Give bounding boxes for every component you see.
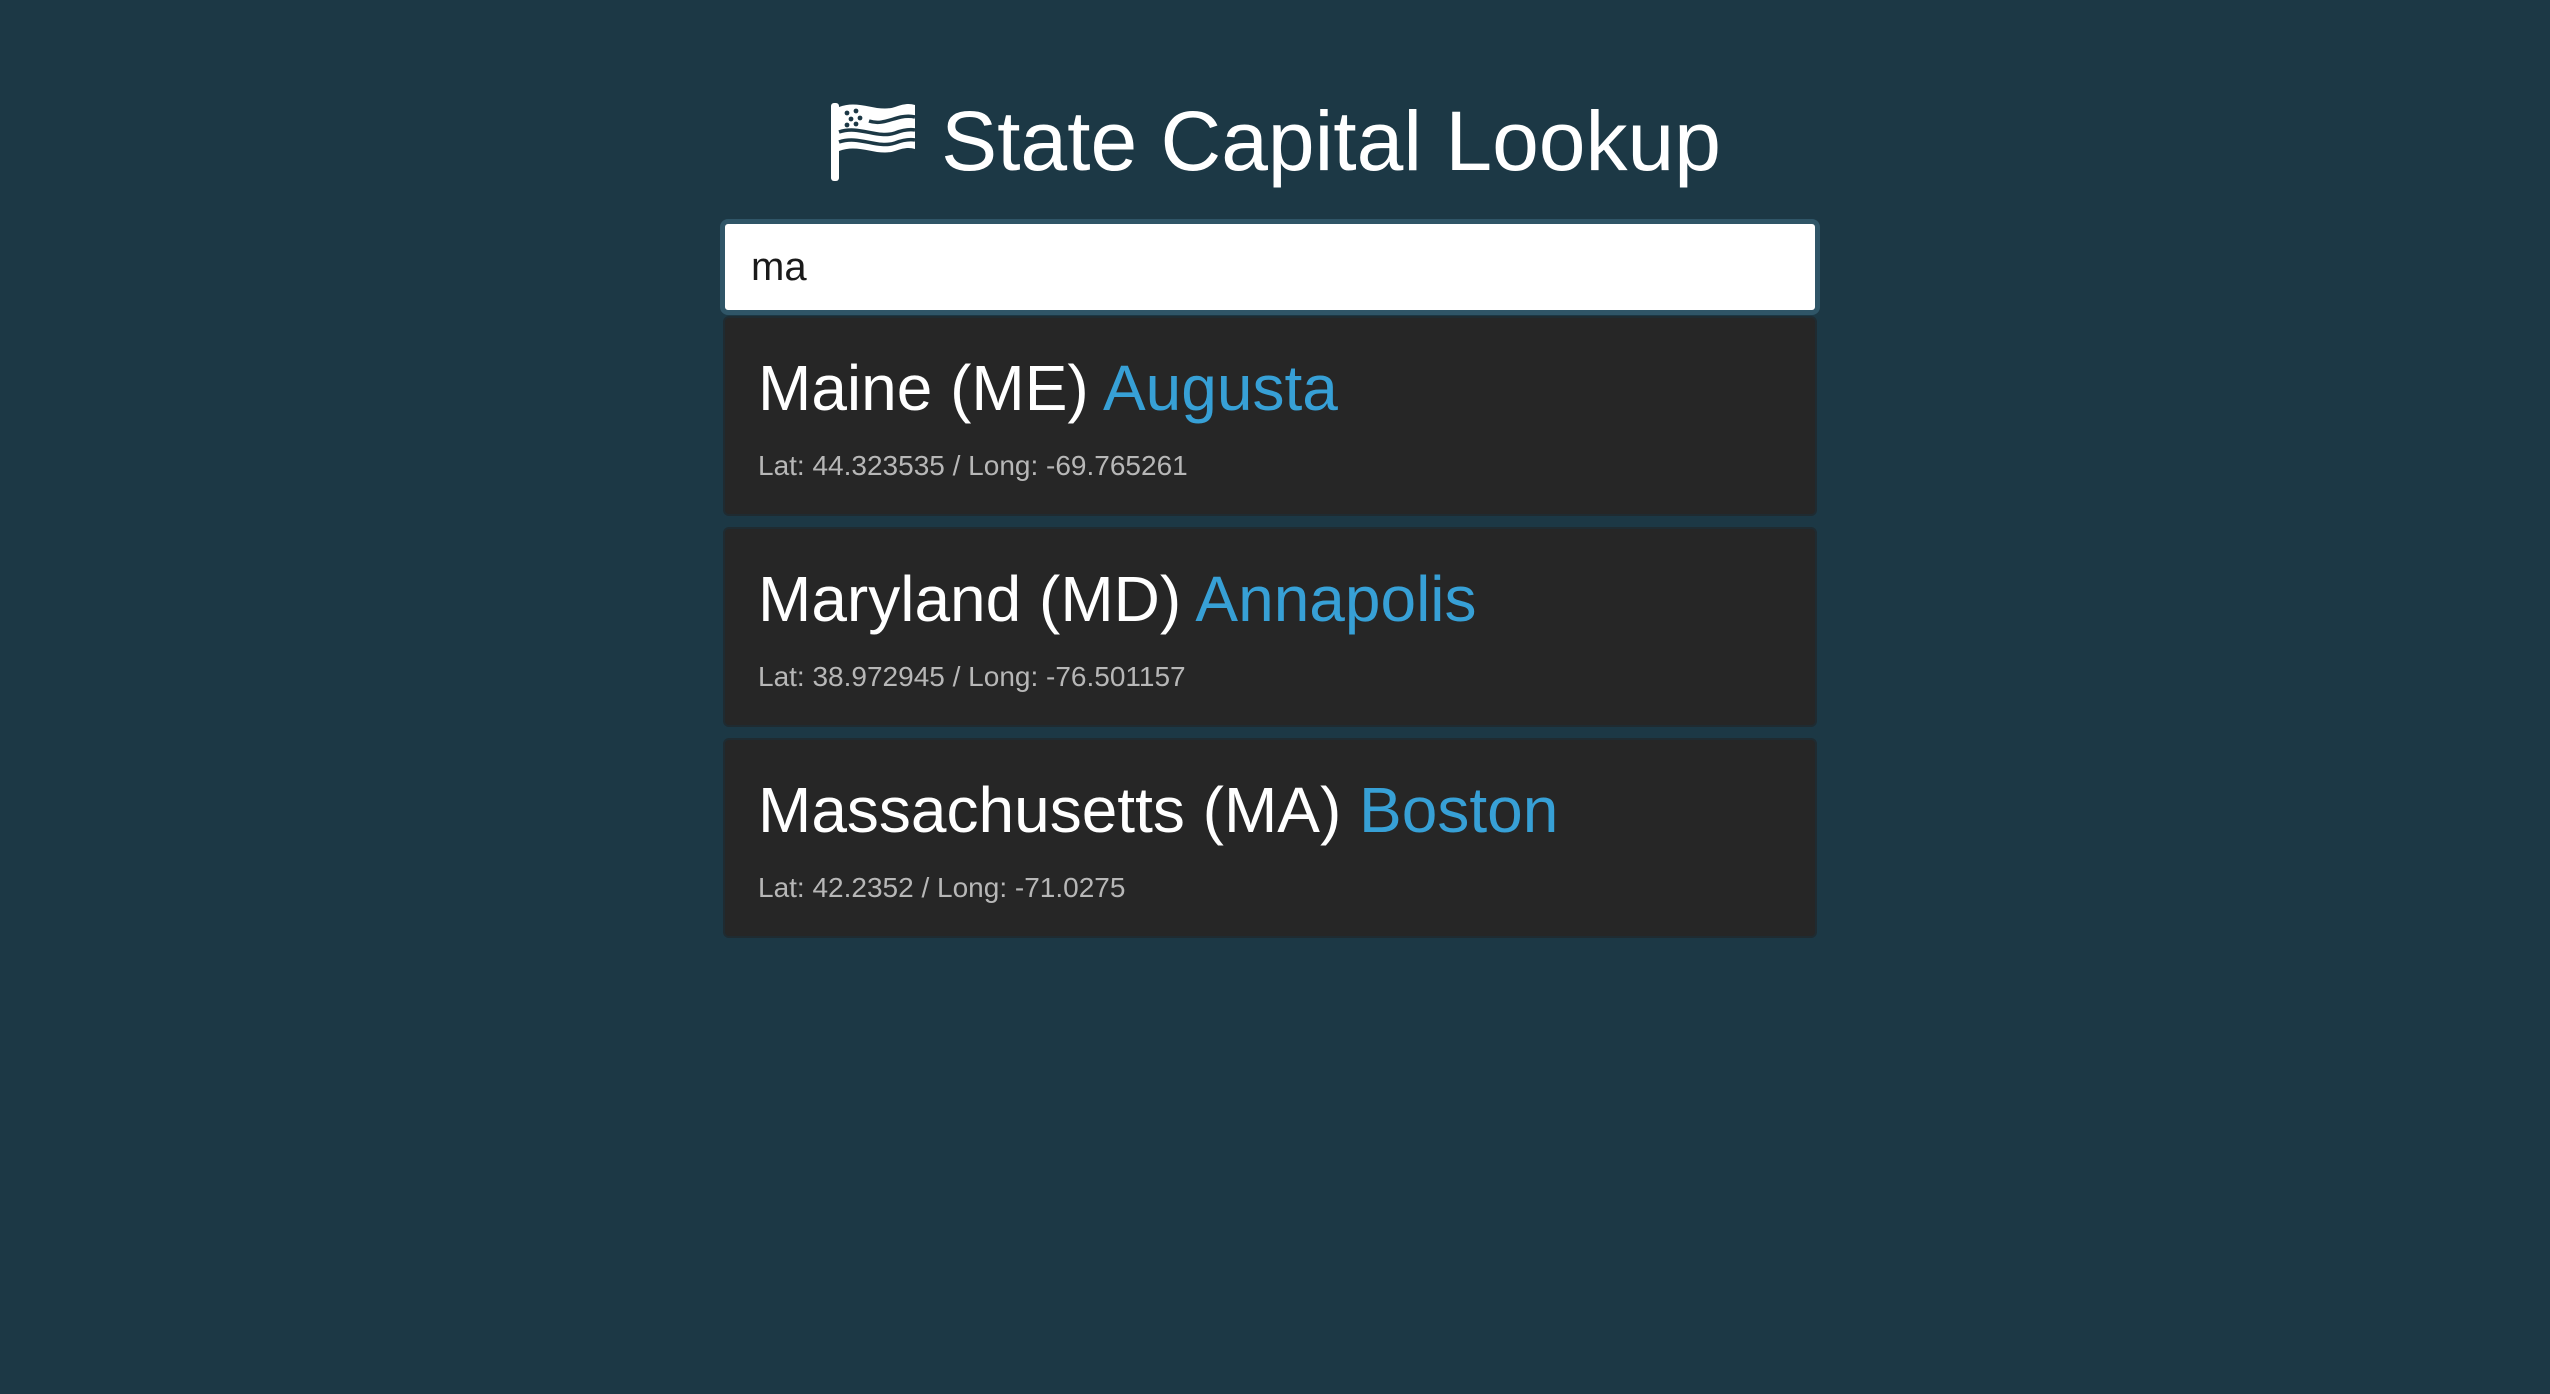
result-title: Maine (ME) Augusta: [758, 346, 1782, 430]
flag-icon: [829, 99, 917, 183]
result-item-maine[interactable]: Maine (ME) Augusta Lat: 44.323535 / Long…: [723, 316, 1817, 516]
results-list: Maine (ME) Augusta Lat: 44.323535 / Long…: [723, 316, 1817, 949]
result-coords: Lat: 42.2352 / Long: -71.0275: [758, 872, 1126, 903]
result-coords: Lat: 44.323535 / Long: -69.765261: [758, 450, 1188, 481]
result-coords: Lat: 38.972945 / Long: -76.501157: [758, 661, 1186, 692]
app-root: State Capital Lookup Maine (ME) Augusta …: [0, 0, 2550, 1394]
result-capital: Boston: [1359, 774, 1559, 846]
result-capital: Annapolis: [1195, 563, 1477, 635]
result-item-massachusetts[interactable]: Massachusetts (MA) Boston Lat: 42.2352 /…: [723, 738, 1817, 938]
result-state: Massachusetts (MA): [758, 774, 1342, 846]
result-state: Maryland (MD): [758, 563, 1182, 635]
search-input[interactable]: [720, 219, 1820, 315]
result-title: Massachusetts (MA) Boston: [758, 768, 1782, 852]
page-title-text: State Capital Lookup: [941, 93, 1721, 188]
page-title: State Capital Lookup: [0, 86, 2550, 196]
result-capital: Augusta: [1102, 352, 1338, 424]
result-item-maryland[interactable]: Maryland (MD) Annapolis Lat: 38.972945 /…: [723, 527, 1817, 727]
result-state: Maine (ME): [758, 352, 1089, 424]
result-title: Maryland (MD) Annapolis: [758, 557, 1782, 641]
